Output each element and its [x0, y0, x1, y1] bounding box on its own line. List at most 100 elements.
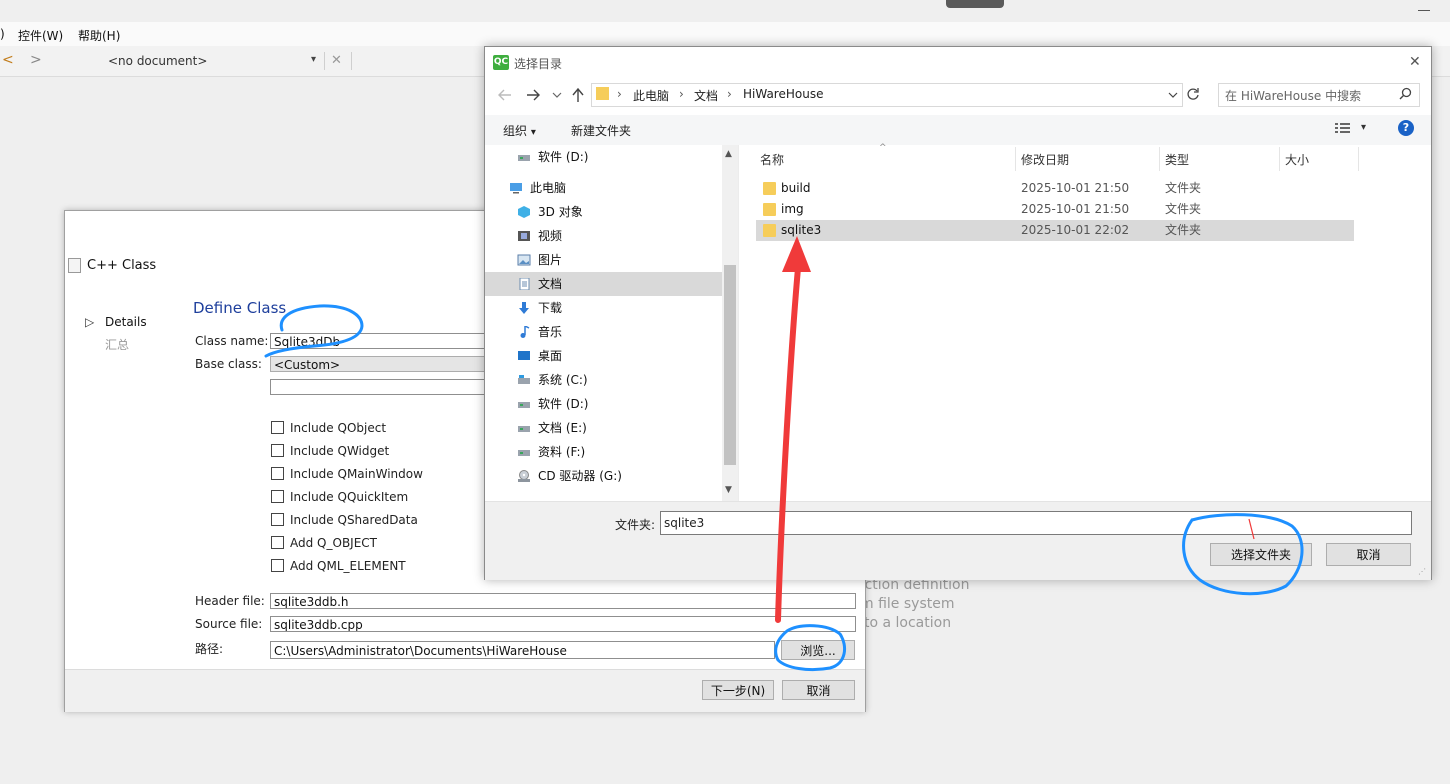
include-qquickitem-checkbox[interactable]: Include QQuickItem [271, 490, 408, 504]
tree-item-drive-d[interactable]: 软件 (D:) [485, 392, 722, 416]
folder-input[interactable]: sqlite3 [660, 511, 1412, 535]
file-dialog-cancel-button[interactable]: 取消 [1326, 543, 1411, 566]
column-separator[interactable] [1358, 147, 1359, 171]
app-badge-icon: QC [493, 55, 509, 70]
view-dropdown-icon[interactable]: ▾ [1361, 122, 1366, 133]
column-header-modified[interactable]: 修改日期 [1021, 151, 1069, 168]
file-modified: 2025-10-01 21:50 [1021, 202, 1130, 216]
tree-item-cd-drive[interactable]: CD 驱动器 (G:) [485, 464, 722, 488]
wizard-step-summary[interactable]: 汇总 [105, 336, 129, 353]
sort-indicator-icon: ^ [879, 143, 887, 153]
minimize-icon[interactable] [1418, 10, 1430, 11]
background-text-2: m file system [860, 596, 955, 612]
tree-item-label: 桌面 [538, 349, 563, 363]
include-qshareddata-checkbox[interactable]: Include QSharedData [271, 513, 418, 527]
checkbox-box[interactable] [271, 490, 284, 503]
tree-item-videos[interactable]: 视频 [485, 224, 722, 248]
checkbox-box[interactable] [271, 559, 284, 572]
menu-bar: ) 控件(W) 帮助(H) [0, 22, 1450, 46]
tree-item-drive-e[interactable]: 文档 (E:) [485, 416, 722, 440]
tree-item-desktop[interactable]: 桌面 [485, 344, 722, 368]
forward-icon[interactable] [525, 88, 541, 102]
wizard-step-details[interactable]: Details [105, 315, 147, 329]
include-qobject-checkbox[interactable]: Include QObject [271, 421, 386, 435]
tree-item-drive-f[interactable]: 资料 (F:) [485, 440, 722, 464]
pane-divider [738, 145, 739, 501]
column-separator[interactable] [1279, 147, 1280, 171]
add-q-object-checkbox[interactable]: Add Q_OBJECT [271, 536, 377, 550]
tree-item-3d-objects[interactable]: 3D 对象 [485, 200, 722, 224]
tree-item-label: 图片 [538, 253, 563, 267]
wizard-cancel-button[interactable]: 取消 [782, 680, 855, 700]
tree-item-label: 音乐 [538, 325, 563, 339]
desktop-icon [518, 351, 530, 360]
column-header-name[interactable]: 名称 [760, 151, 784, 168]
help-icon[interactable]: ? [1398, 120, 1414, 136]
path-input[interactable]: C:\Users\Administrator\Documents\HiWareH… [270, 641, 775, 659]
base-class-combo[interactable]: <Custom> [270, 356, 486, 372]
back-arrow-icon[interactable]: < [2, 52, 14, 68]
add-qml-element-checkbox[interactable]: Add QML_ELEMENT [271, 559, 406, 573]
browse-button[interactable]: 浏览... [781, 640, 855, 660]
checkbox-box[interactable] [271, 467, 284, 480]
navigation-pane: 软件 (D:) 此电脑 3D 对象 视频 图片 文档 下载 音乐 桌面 系统 (… [485, 145, 738, 501]
scroll-down-icon[interactable]: ▼ [725, 485, 732, 495]
breadcrumb-this-pc[interactable]: 此电脑 [633, 87, 669, 104]
drive-icon [518, 426, 530, 432]
class-name-input[interactable]: Sqlite3dDb [270, 333, 486, 349]
breadcrumb-documents[interactable]: 文档 [694, 87, 718, 104]
up-icon[interactable] [571, 87, 585, 103]
new-folder-button[interactable]: 新建文件夹 [571, 122, 631, 139]
file-row-img[interactable]: img 2025-10-01 21:50 文件夹 [756, 199, 1354, 220]
view-options-icon[interactable] [1335, 122, 1353, 134]
checkbox-box[interactable] [271, 421, 284, 434]
tree-item-this-pc[interactable]: 此电脑 [485, 176, 722, 200]
resize-grip-icon[interactable]: ⋰ [1418, 567, 1426, 576]
base-class-custom-input[interactable] [270, 379, 486, 395]
back-icon[interactable] [497, 88, 513, 102]
search-icon[interactable] [1399, 87, 1412, 100]
document-combo[interactable]: <no document> [108, 54, 207, 68]
file-modified: 2025-10-01 21:50 [1021, 181, 1130, 195]
scroll-up-icon[interactable]: ▲ [725, 149, 732, 159]
breadcrumb-separator: › [679, 87, 684, 101]
file-row-sqlite3[interactable]: sqlite3 2025-10-01 22:02 文件夹 [756, 220, 1354, 241]
tree-item-music[interactable]: 音乐 [485, 320, 722, 344]
checkbox-label: Add Q_OBJECT [290, 536, 377, 550]
close-icon[interactable]: ✕ [1409, 54, 1421, 70]
menu-item-controls[interactable]: 控件(W) [18, 27, 63, 44]
tree-item-documents[interactable]: 文档 [485, 272, 722, 296]
tree-item-drive-c[interactable]: 系统 (C:) [485, 368, 722, 392]
tree-item-downloads[interactable]: 下载 [485, 296, 722, 320]
column-header-type[interactable]: 类型 [1165, 151, 1189, 168]
column-header-size[interactable]: 大小 [1285, 151, 1309, 168]
checkbox-box[interactable] [271, 444, 284, 457]
source-file-input[interactable]: sqlite3ddb.cpp [270, 616, 856, 632]
next-button[interactable]: 下一步(N) [702, 680, 774, 700]
recent-dropdown-icon[interactable] [552, 91, 562, 99]
checkbox-box[interactable] [271, 536, 284, 549]
chevron-down-icon[interactable]: ▾ [311, 54, 316, 65]
header-file-input[interactable]: sqlite3ddb.h [270, 593, 856, 609]
chevron-down-icon: ▾ [530, 127, 536, 138]
checkbox-box[interactable] [271, 513, 284, 526]
address-dropdown-icon[interactable] [1168, 91, 1178, 99]
column-separator[interactable] [1159, 147, 1160, 171]
tree-scrollbar-thumb[interactable] [724, 265, 736, 465]
tree-item-pictures[interactable]: 图片 [485, 248, 722, 272]
forward-arrow-icon[interactable]: > [30, 52, 42, 68]
organize-button[interactable]: 组织 ▾ [503, 122, 536, 139]
menu-item-help[interactable]: 帮助(H) [78, 27, 120, 44]
checkbox-label: Include QSharedData [290, 513, 418, 527]
include-qwidget-checkbox[interactable]: Include QWidget [271, 444, 389, 458]
tree-item-label: 资料 (F:) [538, 445, 586, 459]
refresh-icon[interactable] [1186, 87, 1200, 101]
file-row-build[interactable]: build 2025-10-01 21:50 文件夹 [756, 178, 1354, 199]
include-qmainwindow-checkbox[interactable]: Include QMainWindow [271, 467, 423, 481]
column-separator[interactable] [1015, 147, 1016, 171]
checkbox-label: Include QMainWindow [290, 467, 423, 481]
breadcrumb-hiwarehouse[interactable]: HiWareHouse [743, 87, 823, 101]
close-document-icon[interactable]: ✕ [331, 53, 342, 68]
tree-item-drive-d[interactable]: 软件 (D:) [485, 145, 722, 169]
select-folder-button[interactable]: 选择文件夹 [1210, 543, 1312, 566]
